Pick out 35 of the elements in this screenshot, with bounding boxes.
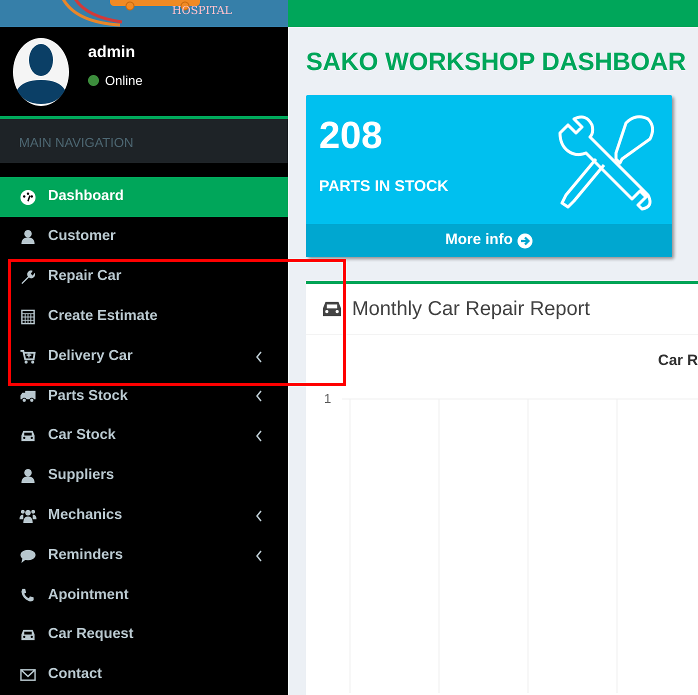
envelope-icon — [19, 667, 37, 684]
arrow-circle-right-icon — [516, 232, 533, 248]
stat-label: PARTS IN STOCK — [319, 177, 450, 197]
users-icon — [19, 508, 37, 524]
user-name: admin — [88, 42, 136, 63]
chart-title: Car R — [658, 351, 698, 371]
status-text: Online — [105, 72, 143, 90]
sidebar-item[interactable]: Parts Stock — [0, 376, 288, 416]
speech-bubble-icon — [19, 548, 37, 564]
page-title: SAKO WORKSHOP DASHBOAR — [306, 47, 688, 77]
panel-title: Monthly Car Repair Report — [352, 297, 590, 322]
avatar-silhouette — [13, 38, 69, 106]
user-icon — [19, 229, 37, 246]
status-dot — [88, 75, 99, 86]
sidebar-item[interactable]: Mechanics — [0, 496, 288, 536]
sidebar-item[interactable]: Suppliers — [0, 456, 288, 496]
truck-icon — [19, 388, 37, 404]
sidebar-item[interactable]: Apointment — [0, 576, 288, 616]
calculator-icon — [19, 308, 37, 325]
sidebar-item[interactable]: Reminders — [0, 536, 288, 576]
sidebar-item[interactable]: Repair Car — [0, 257, 288, 297]
sidebar-item[interactable]: Create Estimate — [0, 296, 288, 337]
sidebar-item[interactable]: Customer — [0, 217, 288, 258]
user-icon — [19, 468, 37, 484]
logo-text: HOSPITAL — [172, 4, 232, 17]
gauge-icon — [19, 189, 37, 206]
axis-tick-label: 1 — [324, 392, 332, 406]
sidebar-item[interactable]: Car Request — [0, 615, 288, 656]
sidebar-item[interactable]: Delivery Car — [0, 336, 288, 377]
sidebar-item[interactable]: Contact — [0, 655, 288, 695]
sidebar-item[interactable]: Car Stock — [0, 416, 288, 456]
nav-header: MAIN NAVIGATION — [0, 119, 288, 164]
stat-value: 208 — [319, 114, 384, 158]
cart-icon — [19, 348, 37, 365]
wrench-icon — [19, 268, 37, 285]
